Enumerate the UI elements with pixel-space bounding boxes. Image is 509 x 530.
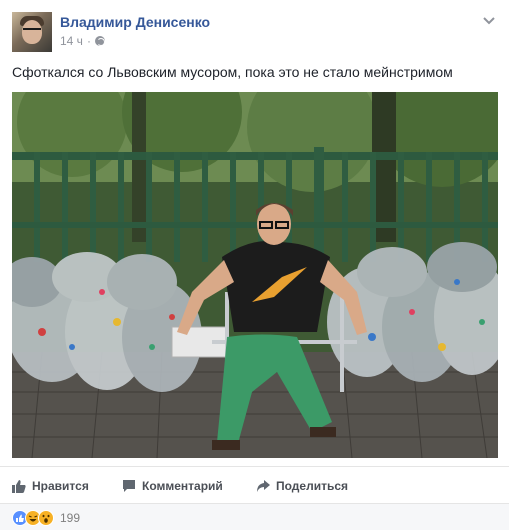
reaction-count: 199 xyxy=(60,511,81,525)
reactions-bar: 199 xyxy=(0,503,509,530)
comment-icon xyxy=(123,480,135,492)
chevron-down-icon[interactable] xyxy=(481,12,497,28)
thumbs-up-icon xyxy=(12,480,26,493)
globe-icon[interactable] xyxy=(94,36,105,46)
post-time[interactable]: 14 ч xyxy=(60,34,83,48)
post-actions: Нравится Комментарий Поделиться xyxy=(0,466,509,502)
post-text: Сфоткался со Львовским мусором, пока это… xyxy=(12,64,453,80)
share-icon xyxy=(257,480,270,492)
share-label: Поделиться xyxy=(276,479,349,493)
photo-illustration xyxy=(12,92,498,458)
like-button[interactable]: Нравится xyxy=(12,477,89,495)
author-name[interactable]: Владимир Денисенко xyxy=(60,14,210,30)
meta-separator: · xyxy=(86,34,91,48)
share-button[interactable]: Поделиться xyxy=(256,477,348,495)
reactions-summary[interactable]: 199 xyxy=(12,509,80,527)
post-header: Владимир Денисенко 14 ч · xyxy=(12,12,497,52)
avatar-face xyxy=(22,20,42,44)
facebook-post: Владимир Денисенко 14 ч · Сфоткался со Л… xyxy=(0,0,509,530)
comment-label: Комментарий xyxy=(142,479,223,493)
avatar-glasses xyxy=(23,28,41,32)
avatar[interactable] xyxy=(12,12,52,52)
post-photo[interactable] xyxy=(12,92,498,458)
post-meta: 14 ч · xyxy=(60,34,105,48)
wow-reaction-icon xyxy=(38,510,54,526)
comment-button[interactable]: Комментарий xyxy=(122,477,223,495)
like-label: Нравится xyxy=(32,479,89,493)
